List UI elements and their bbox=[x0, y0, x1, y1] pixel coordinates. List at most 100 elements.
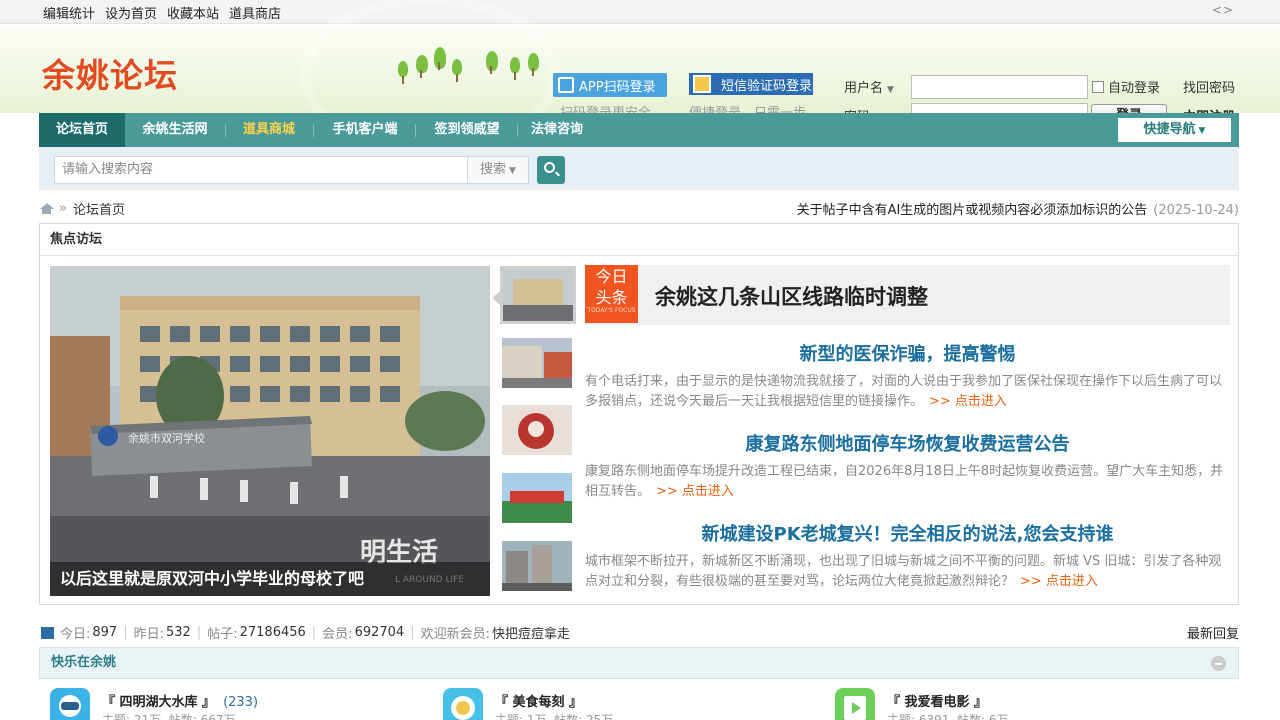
nav-item-forum-home[interactable]: 论坛首页 bbox=[39, 113, 125, 147]
story-3: 新城建设PK老城复兴！完全相反的说法,您会支持谁 城市框架不断拉开，新城新区不断… bbox=[585, 522, 1230, 592]
search-type-select[interactable]: 搜索 ▼ bbox=[467, 156, 529, 184]
checkbox-box[interactable] bbox=[1092, 80, 1104, 93]
section-title[interactable]: 快乐在余姚 bbox=[51, 655, 116, 670]
username-type-select[interactable]: 用户名 ▼ bbox=[844, 77, 894, 96]
stat-posts-label: 帖子: bbox=[207, 627, 238, 642]
main-nav: 论坛首页 余姚生活网 道具商城 手机客户端 签到领威望 法律咨询 快捷导航 ▼ bbox=[39, 113, 1239, 147]
top-link-bookmark[interactable]: 收藏本站 bbox=[167, 3, 219, 22]
forum-item[interactable]: 『 我爱看电影 』 主题: 6391, 帖数: 6万 bbox=[835, 688, 1215, 720]
search-button[interactable] bbox=[537, 156, 565, 184]
home-icon[interactable] bbox=[40, 203, 54, 214]
focus-panel: 焦点访坛 余姚市双河学校 明生活 L AROUND LIFE 以后这里就是原双河… bbox=[39, 223, 1239, 605]
chevron-down-icon: ▼ bbox=[509, 166, 516, 176]
thumbnail-2[interactable] bbox=[502, 338, 572, 388]
chevron-down-icon: ▼ bbox=[1198, 126, 1206, 136]
username-input[interactable] bbox=[911, 75, 1088, 99]
top-links: 编辑统计 设为首页 收藏本站 道具商店 bbox=[43, 3, 281, 22]
nav-item-mobile-client[interactable]: 手机客户端 bbox=[315, 113, 415, 147]
breadcrumb-current[interactable]: 论坛首页 bbox=[73, 199, 125, 218]
search-type-label: 搜索 bbox=[480, 162, 507, 177]
photo-caption[interactable]: 以后这里就是原双河中小学毕业的母校了吧 bbox=[50, 562, 490, 596]
top-link-homepage[interactable]: 设为首页 bbox=[105, 3, 157, 22]
badge-line-2: 头条 bbox=[595, 288, 628, 307]
nav-item-prop-mall[interactable]: 道具商城 bbox=[227, 113, 311, 147]
thumbnail-3[interactable] bbox=[502, 405, 572, 455]
forum-new-count: (233) bbox=[223, 695, 259, 710]
stat-yesterday-value: 532 bbox=[166, 625, 191, 640]
costume-thumbnail bbox=[502, 405, 572, 455]
today-badge: 今日 头条 TODAY'S FOCUS bbox=[585, 265, 638, 323]
story-desc-text: 城市框架不断拉开，新城新区不断涌现，也出现了旧城与新城之间不平衡的问题。新城 V… bbox=[585, 554, 1222, 589]
story-title[interactable]: 新型的医保诈骗，提高警惕 bbox=[585, 342, 1230, 368]
story-more-link[interactable]: >> 点击进入 bbox=[929, 394, 1007, 409]
nav-item-life[interactable]: 余姚生活网 bbox=[127, 113, 223, 147]
street-thumbnail bbox=[502, 338, 572, 388]
quick-nav-label: 快捷导航 bbox=[1143, 122, 1196, 137]
forum-name[interactable]: 『 美食每刻 』 bbox=[495, 691, 582, 710]
story-title[interactable]: 康复路东侧地面停车场恢复收费运营公告 bbox=[585, 432, 1230, 458]
forum-food-icon[interactable] bbox=[443, 688, 483, 720]
story-desc: 康复路东侧地面停车场提升改造工程已结束，自2026年8月18日上午8时起恢复收费… bbox=[585, 462, 1230, 502]
site-header: 余姚论坛 APP扫码登录 扫码登录更安全 短信验证码登录 便捷登录，只需一步 用… bbox=[0, 0, 1280, 155]
story-desc: 城市框架不断拉开，新城新区不断涌现，也出现了旧城与新城之间不平衡的问题。新城 V… bbox=[585, 552, 1230, 592]
find-password-link[interactable]: 找回密码 bbox=[1183, 77, 1235, 96]
story-desc-text: 有个电话打来，由于显示的是快递物流我就接了，对面的人说由于我参加了医保社保现在操… bbox=[585, 374, 1223, 409]
username-label: 用户名 bbox=[844, 81, 884, 96]
school-thumbnail bbox=[503, 269, 573, 321]
today-headline[interactable]: 今日 头条 TODAY'S FOCUS 余姚这几条山区线路临时调整 bbox=[585, 265, 1230, 325]
collapse-icon[interactable] bbox=[1211, 656, 1226, 671]
stat-welcome-label: 欢迎新会员: bbox=[420, 627, 490, 642]
breadcrumb: » 论坛首页 bbox=[40, 199, 125, 218]
qr-code-icon bbox=[558, 77, 574, 93]
thumbnail-pointer bbox=[492, 291, 500, 305]
sms-login-button[interactable]: 短信验证码登录 bbox=[689, 73, 813, 95]
story-more-link[interactable]: >> 点击进入 bbox=[656, 484, 734, 499]
forum-diver-icon[interactable] bbox=[50, 688, 90, 720]
story-title[interactable]: 新城建设PK老城复兴！完全相反的说法,您会支持谁 bbox=[585, 522, 1230, 548]
headline-title[interactable]: 余姚这几条山区线路临时调整 bbox=[655, 281, 928, 311]
new-member-link[interactable]: 快把痘痘拿走 bbox=[492, 623, 570, 642]
forum-name-text[interactable]: 『 美食每刻 』 bbox=[495, 695, 582, 710]
top-utility-bar: 编辑统计 设为首页 收藏本站 道具商店 <> bbox=[0, 0, 1280, 24]
thumbnail-1[interactable] bbox=[500, 266, 576, 324]
auto-login-checkbox[interactable]: 自动登录 bbox=[1092, 77, 1160, 96]
forum-name-text[interactable]: 『 四明湖大水库 』 bbox=[102, 695, 215, 710]
announcement-date: (2025-10-24) bbox=[1153, 203, 1239, 218]
qr-login-button[interactable]: APP扫码登录 bbox=[553, 73, 667, 97]
sms-login-label: 短信验证码登录 bbox=[721, 78, 813, 94]
forum-name[interactable]: 『 我爱看电影 』 bbox=[887, 691, 987, 710]
focus-panel-title: 焦点访坛 bbox=[40, 224, 1238, 256]
stat-yesterday-label: 昨日: bbox=[133, 627, 164, 642]
forum-item[interactable]: 『 美食每刻 』 主题: 1万, 帖数: 25万 bbox=[443, 688, 823, 720]
badge-small-text: TODAY'S FOCUS bbox=[587, 307, 636, 314]
section-header: 快乐在余姚 bbox=[39, 647, 1239, 679]
nav-item-legal[interactable]: 法律咨询 bbox=[519, 113, 595, 147]
quick-nav-button[interactable]: 快捷导航 ▼ bbox=[1118, 118, 1231, 142]
story-desc: 有个电话打来，由于显示的是快递物流我就接了，对面的人说由于我参加了医保社保现在操… bbox=[585, 372, 1230, 412]
forum-meta: 主题: 6391, 帖数: 6万 bbox=[887, 713, 1009, 720]
toggle-width-icon[interactable]: <> bbox=[1212, 3, 1234, 17]
latest-reply-link[interactable]: 最新回复 bbox=[1187, 623, 1239, 642]
thumbnail-4[interactable] bbox=[502, 473, 572, 523]
announcement: 关于帖子中含有AI生成的图片或视频内容必须添加标识的公告 (2025-10-24) bbox=[797, 199, 1239, 218]
forum-film-icon[interactable] bbox=[835, 688, 875, 720]
forum-item[interactable]: 『 四明湖大水库 』 (233) 主题: 21万, 帖数: 667万 bbox=[50, 688, 430, 720]
forum-name-text[interactable]: 『 我爱看电影 』 bbox=[887, 695, 987, 710]
forum-name[interactable]: 『 四明湖大水库 』 (233) bbox=[102, 691, 258, 710]
nav-item-checkin[interactable]: 签到领威望 bbox=[417, 113, 517, 147]
forum-stats: 今日: 897 | 昨日: 532 | 帖子: 27186456 | 会员: 69270… bbox=[41, 623, 570, 642]
story-1: 新型的医保诈骗，提高警惕 有个电话打来，由于显示的是快递物流我就接了，对面的人说… bbox=[585, 342, 1230, 412]
top-link-shop[interactable]: 道具商店 bbox=[229, 3, 281, 22]
top-link-stats[interactable]: 编辑统计 bbox=[43, 3, 95, 22]
story-2: 康复路东侧地面停车场恢复收费运营公告 康复路东侧地面停车场提升改造工程已结束，自… bbox=[585, 432, 1230, 502]
story-more-link[interactable]: >> 点击进入 bbox=[1020, 574, 1098, 589]
thumbnail-5[interactable] bbox=[502, 541, 572, 591]
school-sign-text: 余姚市双河学校 bbox=[128, 431, 205, 445]
focus-main-photo[interactable]: 余姚市双河学校 明生活 L AROUND LIFE 以后这里就是原双河中小学毕业… bbox=[50, 266, 490, 596]
announcement-link[interactable]: 关于帖子中含有AI生成的图片或视频内容必须添加标识的公告 bbox=[797, 203, 1148, 218]
search-input[interactable]: 请输入搜索内容 bbox=[54, 156, 468, 184]
search-bar: 请输入搜索内容 搜索 ▼ bbox=[39, 147, 1239, 190]
forum-meta: 主题: 21万, 帖数: 667万 bbox=[102, 713, 236, 720]
site-logo[interactable]: 余姚论坛 bbox=[42, 49, 178, 97]
stat-members-label: 会员: bbox=[322, 627, 353, 642]
